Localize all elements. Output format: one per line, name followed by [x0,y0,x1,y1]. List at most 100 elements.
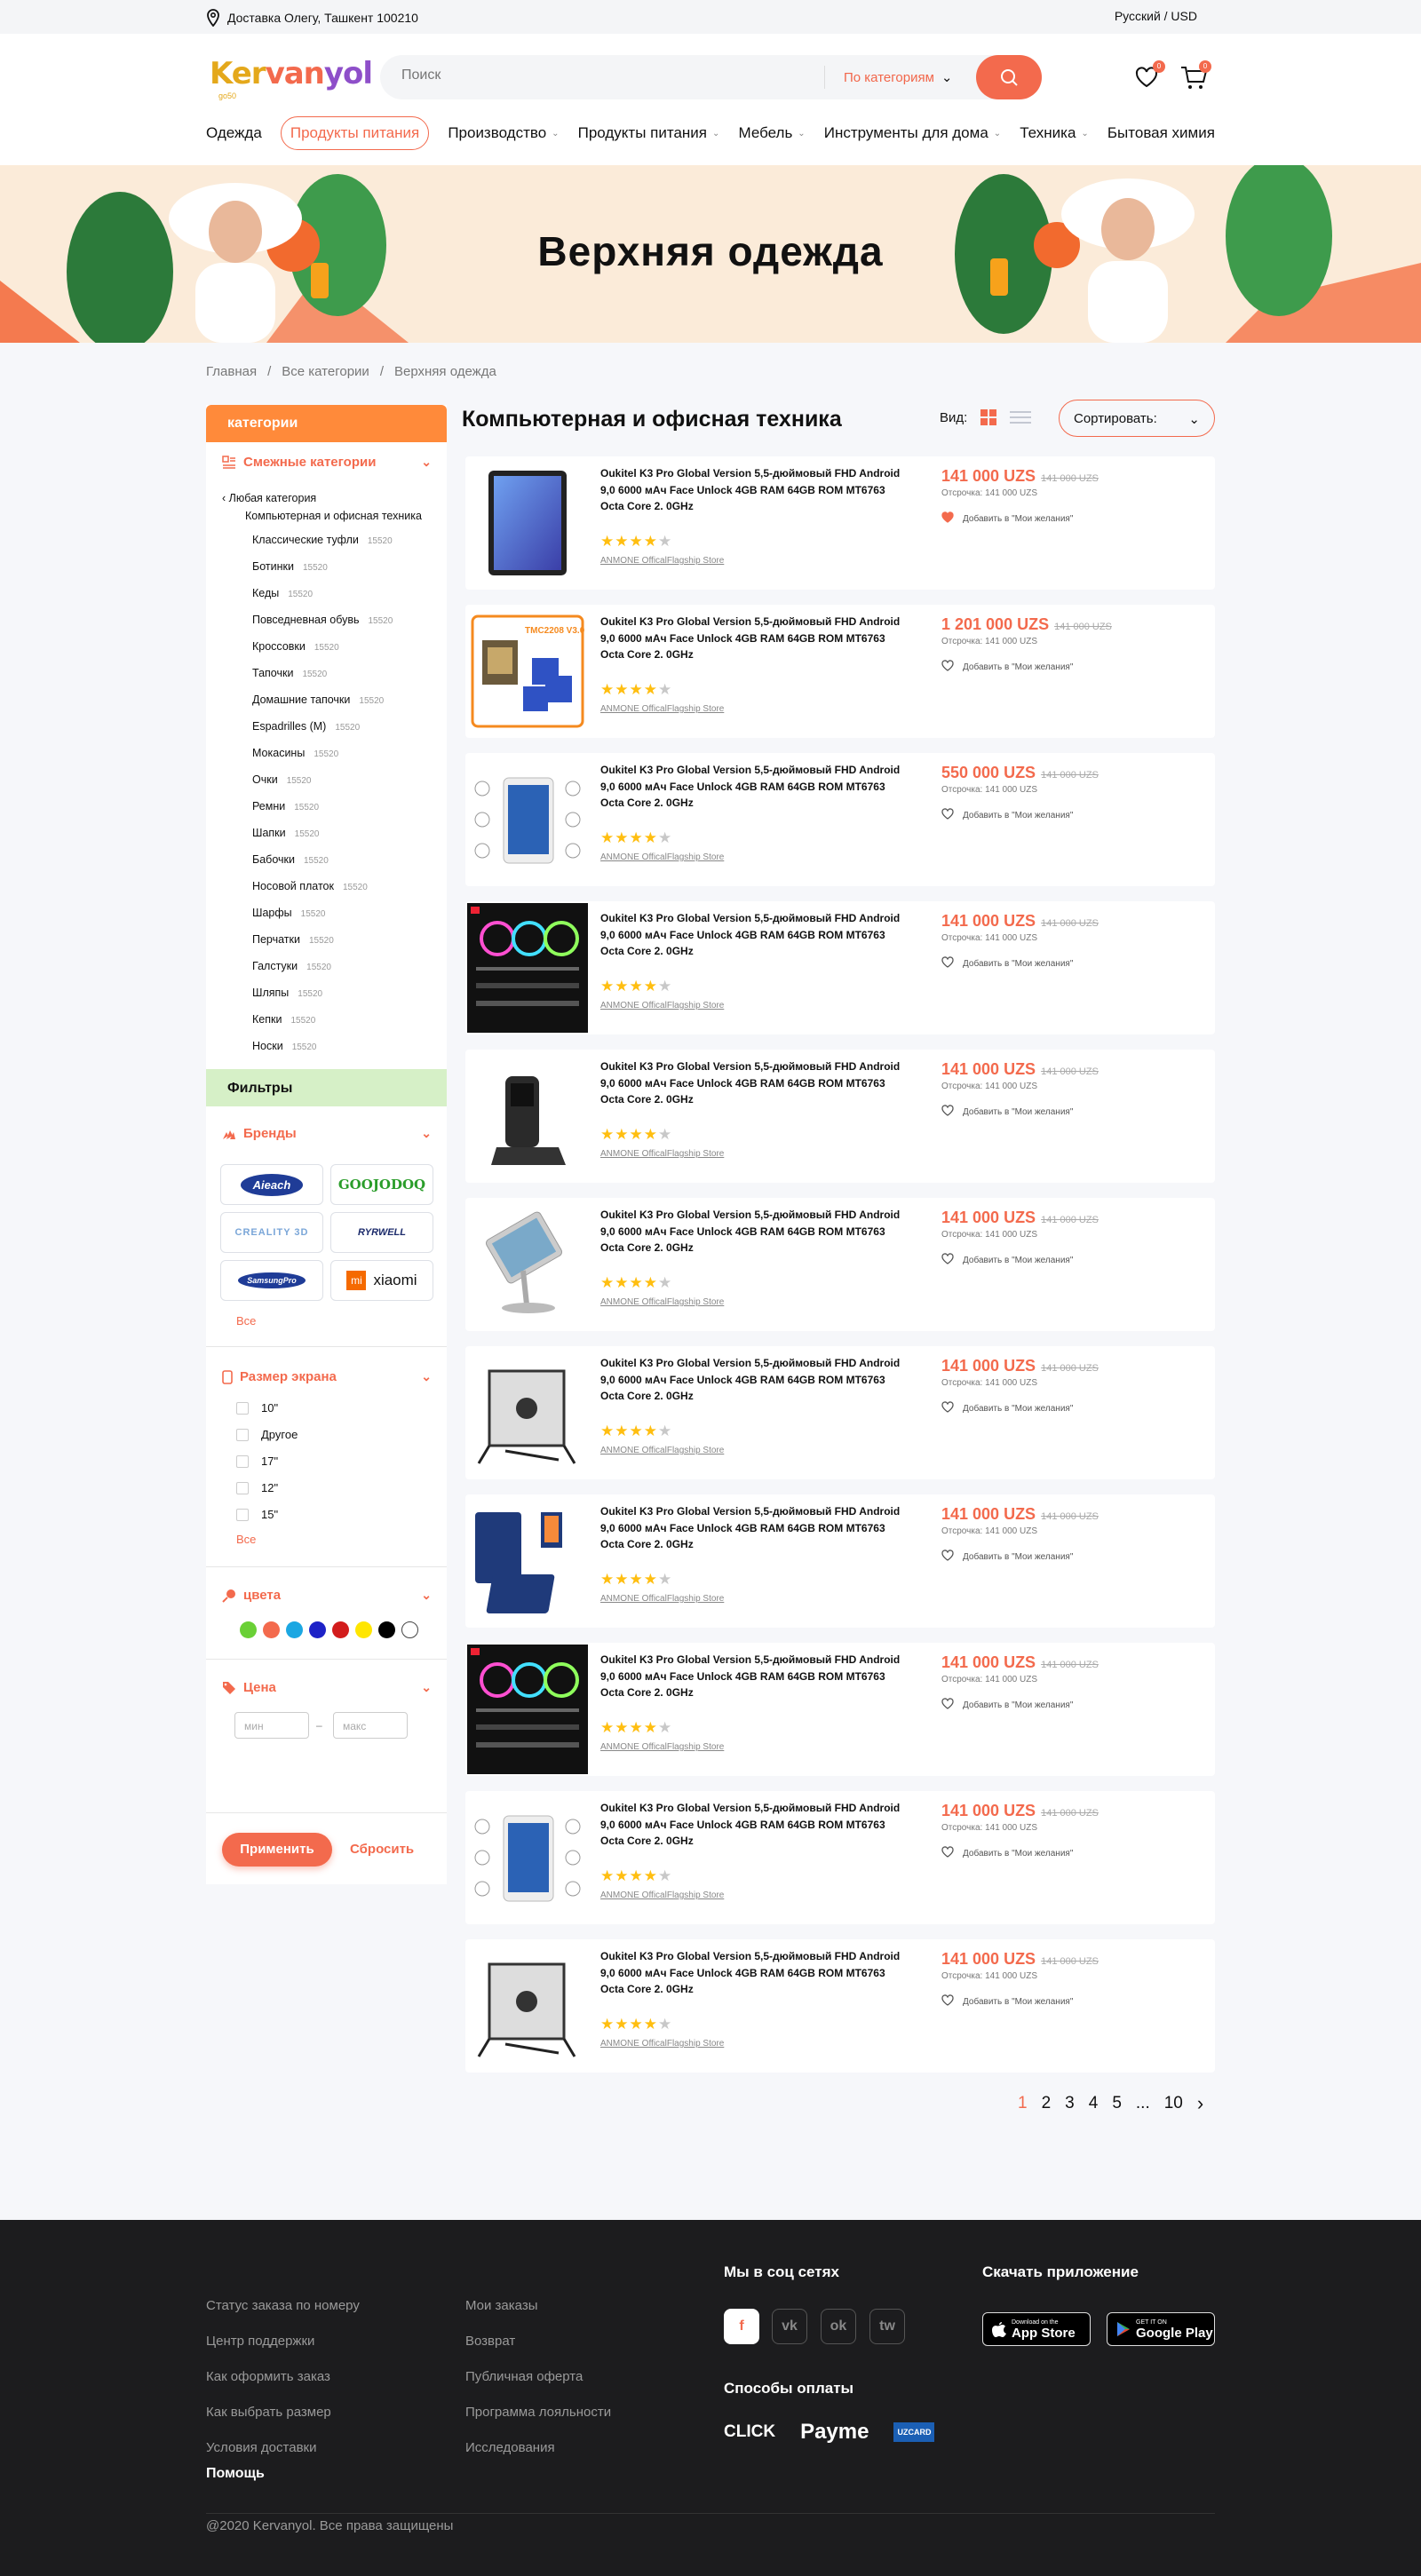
footer-link[interactable]: Мои заказы [465,2298,611,2334]
reset-filters-button[interactable]: Сбросить [350,1842,414,1857]
category-item[interactable]: Очки 15520 [252,766,456,793]
category-item[interactable]: Кеды 15520 [252,580,456,606]
product-image[interactable] [467,458,588,588]
nav-item[interactable]: Производство ⌄ [448,124,559,142]
screen-size-checkbox[interactable]: 12" [236,1481,278,1494]
product-name[interactable]: Oukitel K3 Pro Global Version 5,5-дюймов… [600,1355,907,1405]
nav-item[interactable]: Продукты питания [280,116,430,150]
screen-size-checkbox[interactable]: 10" [236,1401,278,1415]
chevron-right-icon[interactable]: › [1197,2092,1203,2115]
product-card[interactable]: Oukitel K3 Pro Global Version 5,5-дюймов… [465,1050,1215,1183]
footer-link[interactable]: Как оформить заказ [206,2369,360,2405]
footer-link[interactable]: Программа лояльности [465,2405,611,2440]
wishlist-button[interactable]: 0 [1133,60,1165,92]
color-swatch[interactable] [355,1621,372,1638]
category-item[interactable]: Ботинки 15520 [252,553,456,580]
add-to-wishlist-button[interactable]: Добавить в "Мои желания" [941,1105,1073,1119]
nav-item[interactable]: Инструменты для дома ⌄ [824,124,1001,142]
brand-option[interactable]: Aieach [220,1164,323,1205]
store-link[interactable]: ANMONE OfficalFlagship Store [600,1446,724,1455]
vk-link[interactable]: vk [772,2309,807,2344]
product-image[interactable] [467,755,588,884]
add-to-wishlist-button[interactable]: Добавить в "Мои желания" [941,808,1073,822]
footer-link[interactable]: Возврат [465,2334,611,2369]
category-item[interactable]: Шарфы 15520 [252,900,456,926]
store-link[interactable]: ANMONE OfficalFlagship Store [600,852,724,862]
store-link[interactable]: ANMONE OfficalFlagship Store [600,1297,724,1307]
add-to-wishlist-button[interactable]: Добавить в "Мои желания" [941,1550,1073,1564]
delivery-address[interactable]: Доставка Олегу, Ташкент 100210 [206,9,418,27]
add-to-wishlist-button[interactable]: Добавить в "Мои желания" [941,1698,1073,1712]
store-link[interactable]: ANMONE OfficalFlagship Store [600,2039,724,2049]
nav-item[interactable]: Одежда [206,124,262,142]
product-card[interactable]: Oukitel K3 Pro Global Version 5,5-дюймов… [465,1643,1215,1776]
category-item[interactable]: Шапки 15520 [252,820,456,846]
add-to-wishlist-button[interactable]: Добавить в "Мои желания" [941,660,1073,674]
color-swatch[interactable] [332,1621,349,1638]
store-link[interactable]: ANMONE OfficalFlagship Store [600,704,724,714]
store-link[interactable]: ANMONE OfficalFlagship Store [600,1149,724,1159]
colors-toggle[interactable]: цвета ⌄ [222,1588,432,1603]
product-name[interactable]: Oukitel K3 Pro Global Version 5,5-дюймов… [600,910,907,960]
screen-size-checkbox[interactable]: 15" [236,1508,278,1521]
category-item[interactable]: Домашние тапочки 15520 [252,686,456,713]
page-link[interactable]: 3 [1065,2094,1075,2113]
product-name[interactable]: Oukitel K3 Pro Global Version 5,5-дюймов… [600,1652,907,1701]
color-swatch[interactable] [286,1621,303,1638]
page-link[interactable]: 2 [1042,2094,1052,2113]
category-item[interactable]: Кепки 15520 [252,1006,456,1033]
color-swatch[interactable] [378,1621,395,1638]
screen-size-checkbox[interactable]: Другое [236,1428,298,1441]
category-item[interactable]: Мокасины 15520 [252,740,456,766]
grid-view-icon[interactable] [980,408,997,426]
store-link[interactable]: ANMONE OfficalFlagship Store [600,1594,724,1604]
screen-all-link[interactable]: Все [236,1533,256,1546]
product-card[interactable]: Oukitel K3 Pro Global Version 5,5-дюймов… [465,1791,1215,1924]
add-to-wishlist-button[interactable]: Добавить в "Мои желания" [941,1994,1073,2009]
product-card[interactable]: TMC2208 V3.0 Oukitel K3 Pro Global Versio… [465,605,1215,738]
brand-option[interactable]: mi xiaomi [330,1260,433,1301]
brand-option[interactable]: CREALITY 3D [220,1212,323,1253]
cart-button[interactable]: 0 [1179,60,1211,92]
product-image[interactable] [467,1348,588,1478]
product-card[interactable]: Oukitel K3 Pro Global Version 5,5-дюймов… [465,1494,1215,1628]
product-name[interactable]: Oukitel K3 Pro Global Version 5,5-дюймов… [600,762,907,812]
breadcrumb-item[interactable]: Все категории [282,364,369,379]
product-image[interactable] [467,1793,588,1922]
color-swatch[interactable] [263,1621,280,1638]
back-to-any-category[interactable]: ‹ Любая категория [222,492,316,504]
footer-link[interactable]: Центр поддержки [206,2334,360,2369]
price-min-input[interactable]: мин [234,1712,309,1739]
category-item[interactable]: Перчатки 15520 [252,926,456,953]
list-view-icon[interactable] [1010,408,1032,426]
footer-link[interactable]: Как выбрать размер [206,2405,360,2440]
category-item[interactable]: Тапочки 15520 [252,660,456,686]
ok-link[interactable]: ok [821,2309,856,2344]
nav-item[interactable]: Бытовая химия [1107,124,1215,142]
category-item[interactable]: Носки 15520 [252,1033,456,1059]
color-swatch[interactable] [309,1621,326,1638]
add-to-wishlist-button[interactable]: Добавить в "Мои желания" [941,956,1073,971]
page-link[interactable]: 1 [1018,2094,1028,2113]
product-image[interactable]: TMC2208 V3.0 [467,606,588,736]
add-to-wishlist-button[interactable]: Добавить в "Мои желания" [941,1401,1073,1415]
nav-item[interactable]: Продукты питания ⌄ [578,124,720,142]
logo[interactable]: Kervanyol go50 [210,56,373,100]
screen-size-checkbox[interactable]: 17" [236,1454,278,1468]
product-name[interactable]: Oukitel K3 Pro Global Version 5,5-дюймов… [600,614,907,663]
apply-filters-button[interactable]: Применить [222,1833,332,1867]
category-item[interactable]: Бабочки 15520 [252,846,456,873]
category-item[interactable]: Кроссовки 15520 [252,633,456,660]
product-card[interactable]: Oukitel K3 Pro Global Version 5,5-дюймов… [465,1346,1215,1479]
color-swatch[interactable] [240,1621,257,1638]
page-link[interactable]: 10 [1164,2094,1183,2113]
breadcrumb-item[interactable]: Верхняя одежда [394,364,496,379]
footer-link[interactable]: Статус заказа по номеру [206,2298,360,2334]
category-item[interactable]: Повседневная обувь 15520 [252,606,456,633]
page-link[interactable]: 4 [1089,2094,1099,2113]
product-card[interactable]: Oukitel K3 Pro Global Version 5,5-дюймов… [465,1939,1215,2073]
store-link[interactable]: ANMONE OfficalFlagship Store [600,1001,724,1011]
product-image[interactable] [467,1941,588,2071]
product-card[interactable]: Oukitel K3 Pro Global Version 5,5-дюймов… [465,1198,1215,1331]
product-image[interactable] [467,1645,588,1774]
